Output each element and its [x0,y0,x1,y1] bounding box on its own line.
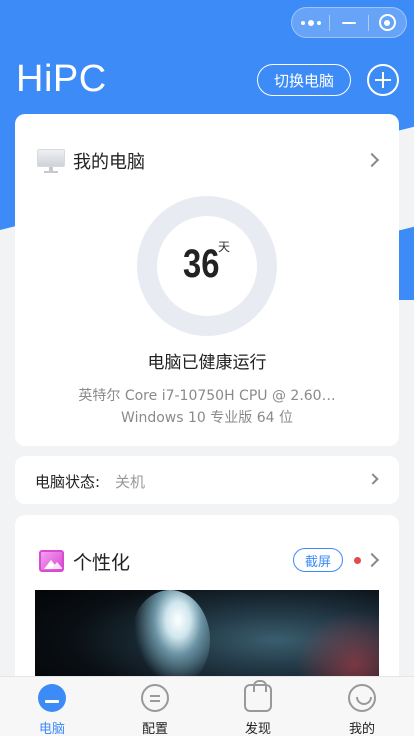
uptime-unit: 天 [218,240,231,254]
tab-me[interactable]: 我的 [317,677,407,736]
tab-label: 我的 [348,722,375,736]
my-pc-header: 我的电脑 [37,148,145,174]
minus-icon [341,21,356,24]
target-icon [378,14,396,31]
monitor-icon [37,149,65,173]
more-dots-icon [300,19,321,26]
switch-pc-button[interactable]: 切换电脑 [257,64,351,96]
smile-icon [348,684,376,712]
tab-label: 发现 [244,722,271,736]
uptime-days: 36 [183,242,220,286]
health-status-text: 电脑已健康运行 [147,353,267,373]
minimize-button[interactable] [330,8,367,37]
tab-discover[interactable]: 发现 [213,677,303,736]
computer-icon [38,684,66,712]
chevron-right-icon[interactable] [364,152,380,168]
config-icon [141,684,169,712]
tab-label: 配置 [141,722,168,736]
chevron-right-icon [367,473,379,485]
more-button[interactable] [292,8,329,37]
os-info: Windows 10 专业版 64 位 [121,410,293,426]
my-pc-card[interactable]: 我的电脑 36 天 电脑已健康运行 英特尔 Core i7-10750H CPU… [15,114,399,446]
personalize-title: 个性化 [73,552,131,574]
add-pc-button[interactable] [367,64,399,96]
chevron-right-icon[interactable] [364,552,380,568]
miniprogram-capsule [291,7,407,38]
pc-status-row[interactable]: 电脑状态: 关机 [15,456,399,504]
notification-dot [354,557,361,564]
tab-computer[interactable]: 电脑 [7,677,97,736]
screenshot-button[interactable]: 截屏 [293,548,343,572]
bag-icon [244,680,272,712]
status-label: 电脑状态: [35,473,101,491]
tab-config[interactable]: 配置 [110,677,200,736]
my-pc-title: 我的电脑 [73,152,145,173]
close-miniprogram-button[interactable] [369,8,406,37]
picture-icon [39,550,64,572]
bottom-tab-bar: 电脑 配置 发现 我的 [0,676,414,736]
cpu-info: 英特尔 Core i7-10750H CPU @ 2.60… [78,388,336,404]
status-value: 关机 [115,473,146,491]
tab-label: 电脑 [38,722,65,736]
app-title: HiPC [16,58,107,100]
